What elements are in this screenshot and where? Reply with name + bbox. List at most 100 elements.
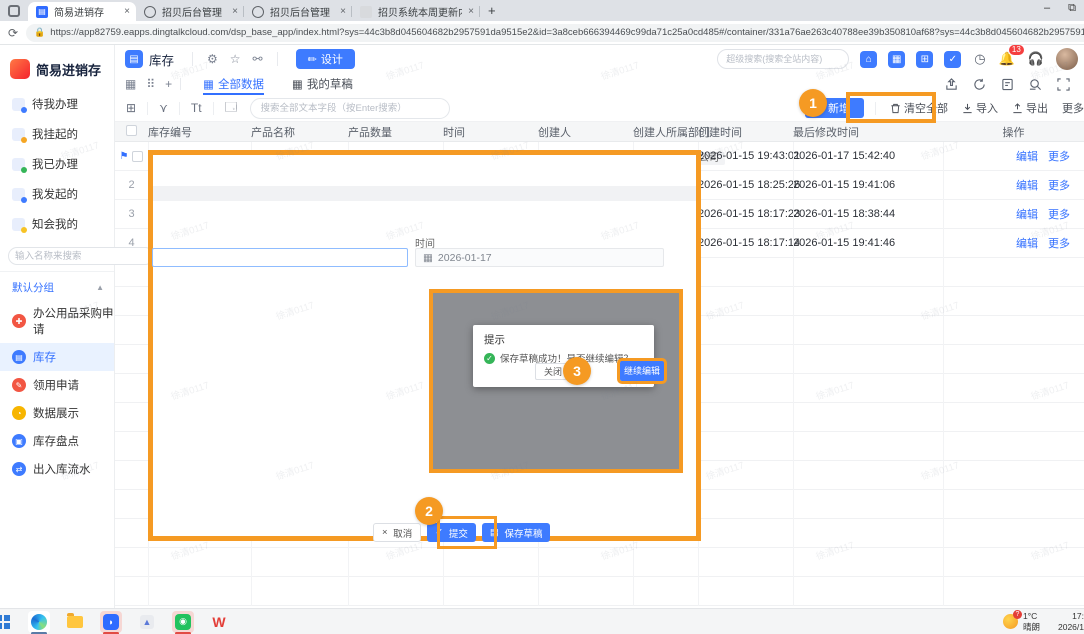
browser-tab-3[interactable]: 招贝后台管理 × (244, 2, 352, 21)
dialog-text-input[interactable] (152, 248, 408, 267)
col-header-time[interactable]: 时间 (443, 124, 538, 140)
wps-taskbar-icon[interactable]: W (208, 611, 230, 633)
select-all-checkbox[interactable] (126, 125, 137, 136)
row-number: 3 (115, 208, 148, 220)
refresh-icon[interactable]: ⟳ (8, 26, 18, 40)
wechat-taskbar-icon[interactable]: ◉ (172, 611, 194, 633)
handled-icon (12, 158, 25, 171)
sidebar-item-initiated[interactable]: 我发起的 (0, 179, 114, 209)
row-more-link[interactable]: 更多 (1048, 235, 1070, 251)
share-icon[interactable] (945, 78, 958, 91)
user-avatar[interactable] (1056, 48, 1078, 70)
form-icon[interactable] (1001, 78, 1014, 91)
home-icon[interactable]: ⌂ (860, 51, 877, 68)
col-header-dept[interactable]: 创建人所属部门 (633, 124, 698, 140)
initiated-icon (12, 188, 25, 201)
tab-close-icon[interactable]: × (468, 6, 474, 17)
refresh-icon[interactable] (973, 78, 986, 91)
edit-link[interactable]: 编辑 (1016, 235, 1038, 251)
restore-button[interactable]: ⧉ (1068, 2, 1076, 15)
filter-funnel-icon[interactable]: ⋎ (159, 101, 168, 115)
edit-link[interactable]: 编辑 (1016, 177, 1038, 193)
apps-grid-icon[interactable]: ⊞ (916, 51, 933, 68)
cancel-button[interactable]: × 取消 (373, 523, 421, 542)
col-header-qty[interactable]: 产品数量 (348, 124, 443, 140)
edit-link[interactable]: 编辑 (1016, 148, 1038, 164)
tab-close-icon[interactable]: × (124, 6, 130, 17)
browser-tab-2[interactable]: 招贝后台管理 × (136, 2, 244, 21)
add-view-icon[interactable]: + (165, 77, 172, 91)
todo-icon[interactable]: ✓ (944, 51, 961, 68)
minimize-button[interactable]: – (1044, 2, 1050, 15)
col-header-created[interactable]: 创建时间 (698, 124, 793, 140)
sidebar-group-header[interactable]: 默认分组 ▲ (0, 271, 114, 299)
new-tab-button[interactable]: + (488, 3, 496, 18)
browser-tab-4[interactable]: 招贝系统本周更新内容整理 - 豆包 × (352, 2, 480, 21)
edit-link[interactable]: 编辑 (1016, 206, 1038, 222)
sidebar-item-notified[interactable]: 知会我的 (0, 209, 114, 239)
row-number: 2 (115, 179, 148, 191)
taskbar-clock[interactable]: 17: 2026/1 (1050, 611, 1084, 632)
workspaces-icon[interactable] (8, 5, 20, 17)
support-headset-icon[interactable]: 🎧 (1028, 51, 1044, 67)
text-size-icon[interactable]: Tt (191, 101, 202, 115)
tab-close-icon[interactable]: × (232, 6, 238, 17)
favorite-star-icon[interactable]: ☆ (230, 52, 241, 66)
history-clock-icon[interactable]: ◷ (974, 51, 985, 67)
tab-close-icon[interactable]: × (340, 6, 346, 17)
global-search-input[interactable] (717, 49, 849, 69)
sidebar-item-suspended[interactable]: 我挂起的 (0, 119, 114, 149)
sidebar-item-label: 知会我的 (32, 216, 78, 232)
sidebar-app-stocktake[interactable]: ▣ 库存盘点 (0, 427, 114, 455)
share-link-icon[interactable]: ⚯ (253, 52, 263, 66)
field-config-icon[interactable]: ⊞ (126, 101, 136, 115)
tab-all-data[interactable]: ▦ 全部数据 (203, 73, 264, 95)
dingtalk-taskbar-icon[interactable]: ◗ (100, 611, 122, 633)
row-more-link[interactable]: 更多 (1048, 206, 1070, 222)
sidebar-app-data-display[interactable]: ◔ 数据展示 (0, 399, 114, 427)
col-header-actions: 操作 (943, 124, 1084, 140)
sidebar-app-stock-flow[interactable]: ⇄ 出入库流水 (0, 455, 114, 483)
search-settings-icon[interactable] (1029, 78, 1042, 91)
settings-gear-icon[interactable]: ⚙ (207, 52, 218, 66)
contacts-icon[interactable]: ▦ (888, 51, 905, 68)
row-more-link[interactable]: 更多 (1048, 148, 1070, 164)
view-switch-icon[interactable]: ▦ (125, 77, 136, 91)
edge-taskbar-icon[interactable] (28, 611, 50, 633)
table-search-input[interactable] (250, 98, 450, 119)
tab-my-drafts[interactable]: ▦ 我的草稿 (292, 73, 353, 95)
sidebar-item-pending[interactable]: 待我办理 (0, 89, 114, 119)
app-item-label: 办公用品采购申请 (33, 305, 114, 337)
sidebar-item-handled[interactable]: 我已办理 (0, 149, 114, 179)
notification-bell-icon[interactable]: 🔔13 (999, 51, 1015, 67)
layout-panel-icon[interactable]: 🗔 (225, 98, 238, 119)
sidebar-app-inventory[interactable]: ▤ 库存 (0, 343, 114, 371)
file-explorer-icon[interactable] (64, 611, 86, 633)
more-button[interactable]: 更多 (1062, 100, 1084, 116)
globe-favicon-icon (144, 6, 156, 18)
continue-edit-button[interactable]: 继续编辑 (620, 361, 664, 381)
sidebar-app-purchase-request[interactable]: ✚ 办公用品采购申请 (0, 299, 114, 343)
col-header-creator[interactable]: 创建人 (538, 124, 633, 140)
col-header-inventory-no[interactable]: 库存编号 (148, 124, 251, 140)
sidebar-app-requisition[interactable]: ✎ 领用申请 (0, 371, 114, 399)
row-checkbox[interactable] (132, 151, 143, 162)
browser-tab-1[interactable]: ▤ 简易进销存 × (28, 2, 136, 21)
export-button[interactable]: 导出 (1012, 100, 1048, 116)
address-bar[interactable]: 🔒 https://app82759.eapps.dingtalkcloud.c… (26, 24, 1084, 42)
design-button[interactable]: ✏ 设计 (296, 49, 355, 69)
fullscreen-icon[interactable] (1057, 78, 1070, 91)
start-button[interactable] (0, 611, 14, 633)
import-button[interactable]: 导入 (962, 100, 998, 116)
col-header-product-name[interactable]: 产品名称 (251, 124, 348, 140)
taskbar: ◗ ▲ ◉ W 1°C 晴朗 17: 2026/1 (0, 608, 1084, 634)
col-header-modified[interactable]: 最后修改时间 (793, 124, 943, 140)
tab-title: 招贝系统本周更新内容整理 - 豆包 (378, 4, 462, 19)
pinned-app-icon[interactable]: ▲ (136, 611, 158, 633)
row-more-link[interactable]: 更多 (1048, 177, 1070, 193)
time-field-value[interactable]: ▦ 2026-01-17 (415, 248, 664, 267)
suspended-icon (12, 128, 25, 141)
sidebar-search-input[interactable] (8, 247, 154, 265)
drag-grid-icon[interactable]: ⠿ (146, 77, 155, 91)
weather-widget[interactable]: 1°C 晴朗 (1003, 611, 1040, 632)
